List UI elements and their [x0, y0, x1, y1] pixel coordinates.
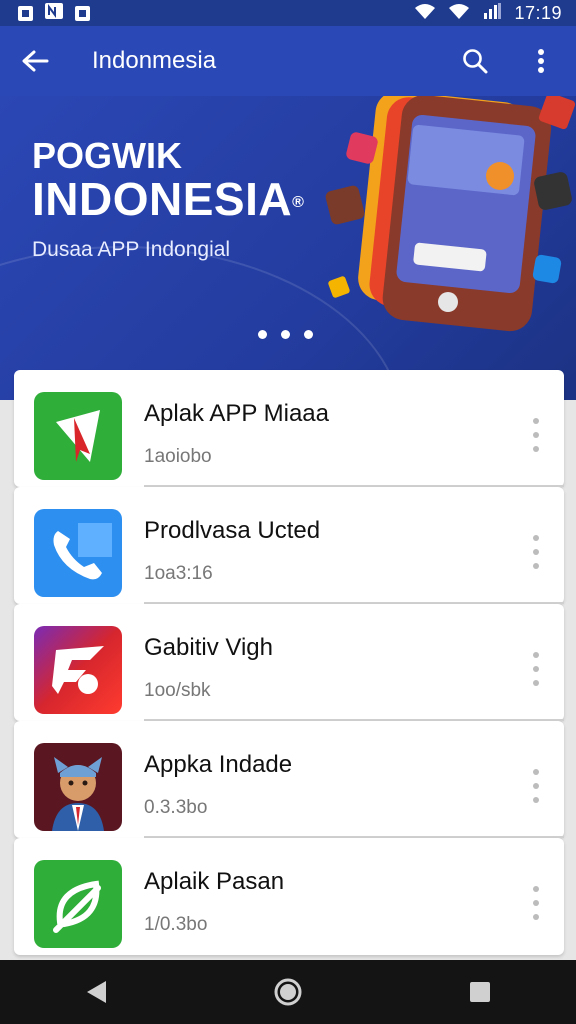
recents-square-icon[interactable]: [460, 972, 500, 1012]
character-app-icon: [34, 743, 122, 831]
home-circle-icon[interactable]: [268, 972, 308, 1012]
red-swirl-app-icon: [34, 626, 122, 714]
list-item[interactable]: Aplak APP Miaaa 1aoiobo: [14, 370, 564, 487]
list-item[interactable]: Appka Indade 0.3.3bo: [14, 721, 564, 838]
app-bar: Indonmesia: [0, 26, 576, 96]
carousel-dot[interactable]: [281, 330, 290, 339]
more-vert-icon[interactable]: [530, 418, 542, 452]
back-triangle-icon[interactable]: [76, 972, 116, 1012]
square-icon: [75, 5, 90, 21]
carousel-dot[interactable]: [258, 330, 267, 339]
app-title: Prodlvasa Ucted: [144, 517, 321, 544]
navigation-bar: [0, 960, 576, 1024]
banner-subtitle: Dusaa APP Indongial: [32, 238, 231, 261]
banner-title-line1: POGWIK: [32, 135, 182, 176]
app-title: Gabitiv Vigh: [144, 634, 273, 661]
promo-banner[interactable]: POGWIK INDONESIA® Dusaa APP Indongial: [0, 96, 576, 400]
n-icon: [45, 2, 63, 24]
carousel-dots[interactable]: [258, 330, 313, 339]
app-title: Aplak APP Miaaa: [144, 400, 330, 427]
app-subtitle: 1aoiobo: [144, 446, 212, 467]
app-subtitle: 0.3.3bo: [144, 797, 208, 818]
app-title: Indonmesia: [92, 47, 217, 74]
back-arrow-icon[interactable]: [18, 44, 52, 78]
image-icon: [18, 5, 33, 21]
more-vert-icon[interactable]: [530, 535, 542, 569]
status-time: 17:19: [514, 2, 562, 23]
app-subtitle: 1oo/sbk: [144, 680, 211, 701]
banner-title-line2: INDONESIA®: [32, 174, 304, 224]
search-icon[interactable]: [458, 44, 492, 78]
wifi-icon: [414, 3, 436, 24]
app-title: Appka Indade: [144, 751, 293, 778]
status-bar: 17:19: [0, 0, 576, 26]
red-arrow-app-icon: [34, 392, 122, 480]
carousel-dot[interactable]: [304, 330, 313, 339]
battery-icon: [482, 2, 502, 24]
app-subtitle: 1/0.3bo: [144, 914, 208, 935]
app-title: Aplaik Pasan: [144, 868, 285, 895]
banner-title-text: INDONESIA: [32, 173, 293, 225]
app-list: Aplak APP Miaaa 1aoiobo Prodlvasa Ucted …: [14, 370, 564, 955]
list-item[interactable]: Aplaik Pasan 1/0.3bo: [14, 838, 564, 955]
app-subtitle: 1oa3:16: [144, 563, 213, 584]
list-item[interactable]: Prodlvasa Ucted 1oa3:16: [14, 487, 564, 604]
more-vert-icon[interactable]: [530, 769, 542, 803]
phone-app-icon: [34, 509, 122, 597]
more-vert-icon[interactable]: [530, 652, 542, 686]
more-vert-icon[interactable]: [530, 886, 542, 920]
list-item[interactable]: Gabitiv Vigh 1oo/sbk: [14, 604, 564, 721]
more-vert-icon[interactable]: [524, 44, 558, 78]
leaf-app-icon: [34, 860, 122, 948]
registered-mark: ®: [292, 194, 305, 211]
phone-illustration: [325, 96, 576, 332]
signal-icon: [448, 3, 470, 24]
